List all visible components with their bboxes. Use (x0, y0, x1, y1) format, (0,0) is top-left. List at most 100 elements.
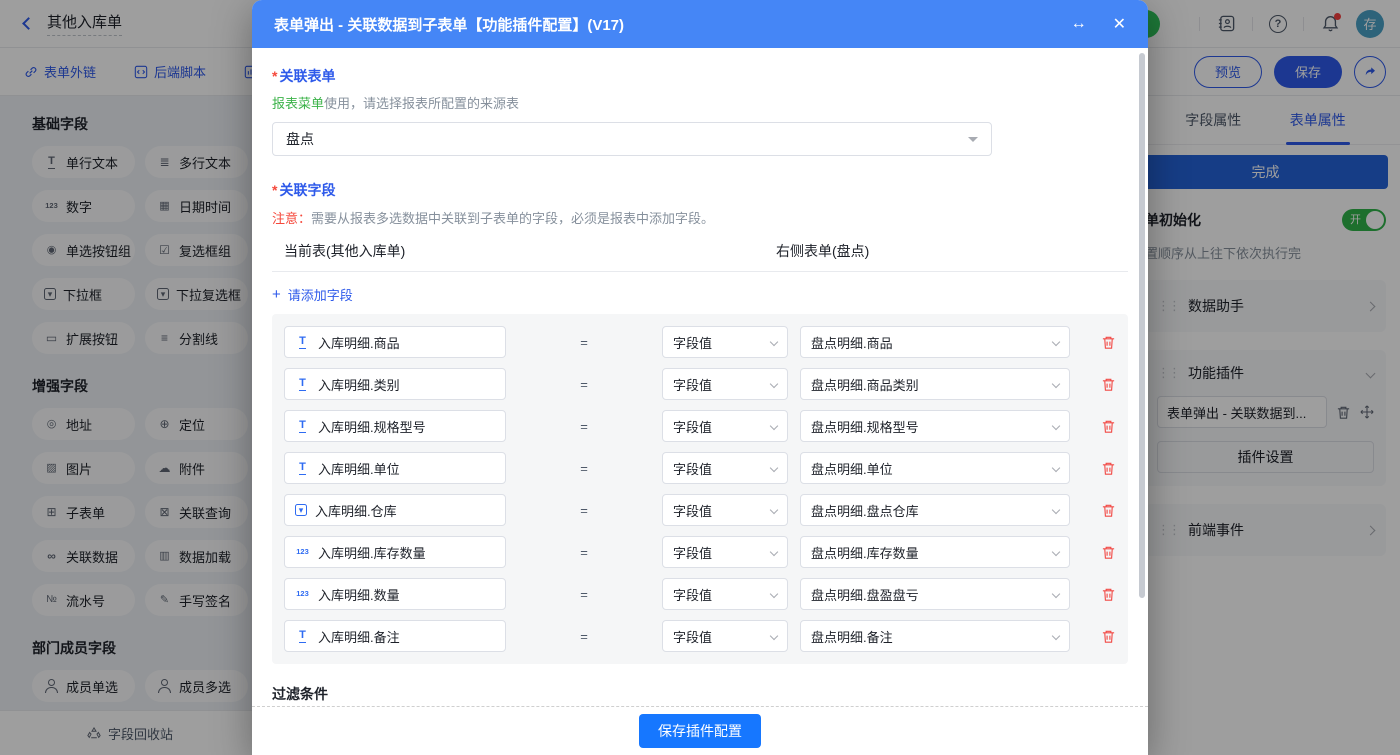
field-type-icon (295, 335, 310, 349)
delete-row-icon[interactable] (1101, 629, 1116, 644)
chevron-down-icon (1052, 590, 1060, 598)
chevron-down-icon (770, 632, 778, 640)
equals-operator: = (506, 419, 662, 434)
left-field-box[interactable]: 入库明细.仓库 (284, 494, 506, 526)
chevron-down-icon (770, 338, 778, 346)
modal-footer: 保存插件配置 (252, 706, 1148, 755)
chevron-down-icon (1052, 464, 1060, 472)
expand-icon[interactable]: ↔ (1071, 15, 1087, 33)
field-mapping-row: 入库明细.规格型号 = 字段值 盘点明细.规格型号 (284, 410, 1116, 442)
equals-operator: = (506, 629, 662, 644)
note-red-text: 注意： (272, 211, 311, 226)
right-field-select[interactable]: 盘点明细.商品 (800, 326, 1070, 358)
plus-icon (272, 287, 281, 302)
linked-form-label-text: 关联表单 (279, 68, 335, 84)
linked-form-select[interactable]: 盘点 (272, 122, 992, 156)
delete-row-icon[interactable] (1101, 335, 1116, 350)
value-mode-value: 字段值 (673, 459, 712, 478)
left-field-value: 入库明细.数量 (318, 585, 400, 604)
chevron-down-icon (1052, 380, 1060, 388)
field-mapping-row: 入库明细.单位 = 字段值 盘点明细.单位 (284, 452, 1116, 484)
equals-operator: = (506, 587, 662, 602)
field-mapping-list: 入库明细.商品 = 字段值 盘点明细.商品 入库明细.类别 = 字段值 盘点明细… (272, 314, 1128, 664)
value-mode-value: 字段值 (673, 501, 712, 520)
value-mode-select[interactable]: 字段值 (662, 494, 788, 526)
app-root: 其他入库单 ? 存 表单外链 后端 (0, 0, 1400, 755)
left-field-value: 入库明细.商品 (318, 333, 400, 352)
left-field-value: 入库明细.单位 (318, 459, 400, 478)
left-field-box[interactable]: 入库明细.数量 (284, 578, 506, 610)
equals-operator: = (506, 335, 662, 350)
left-field-value: 入库明细.规格型号 (318, 417, 426, 436)
left-field-box[interactable]: 入库明细.商品 (284, 326, 506, 358)
modal-header: 表单弹出 - 关联数据到子表单【功能插件配置】(V17) ↔ ✕ (252, 0, 1148, 48)
left-field-box[interactable]: 入库明细.库存数量 (284, 536, 506, 568)
equals-operator: = (506, 377, 662, 392)
left-field-box[interactable]: 入库明细.规格型号 (284, 410, 506, 442)
linked-fields-label: *关联字段 (272, 180, 1128, 200)
column-header-right: 右侧表单(盘点) (776, 241, 869, 261)
left-field-box[interactable]: 入库明细.备注 (284, 620, 506, 652)
value-mode-select[interactable]: 字段值 (662, 326, 788, 358)
right-field-value: 盘点明细.规格型号 (811, 417, 919, 436)
note-rest-text: 需要从报表多选数据中关联到子表单的字段，必须是报表中添加字段。 (311, 211, 714, 226)
value-mode-value: 字段值 (673, 375, 712, 394)
chevron-down-icon (770, 464, 778, 472)
field-mapping-row: 入库明细.仓库 = 字段值 盘点明细.盘点仓库 (284, 494, 1116, 526)
value-mode-select[interactable]: 字段值 (662, 410, 788, 442)
chevron-down-icon (1052, 506, 1060, 514)
modal-scrollbar-thumb[interactable] (1139, 53, 1145, 598)
left-field-box[interactable]: 入库明细.类别 (284, 368, 506, 400)
close-icon[interactable]: ✕ (1113, 14, 1126, 34)
add-field-label: 请添加字段 (288, 285, 353, 304)
linked-fields-note: 注意：需要从报表多选数据中关联到子表单的字段，必须是报表中添加字段。 (272, 208, 1128, 227)
value-mode-select[interactable]: 字段值 (662, 368, 788, 400)
left-field-value: 入库明细.类别 (318, 375, 400, 394)
right-field-select[interactable]: 盘点明细.库存数量 (800, 536, 1070, 568)
chevron-down-icon (770, 548, 778, 556)
hint-green-text: 报表菜单 (272, 96, 324, 111)
right-field-select[interactable]: 盘点明细.单位 (800, 452, 1070, 484)
plugin-config-modal: 表单弹出 - 关联数据到子表单【功能插件配置】(V17) ↔ ✕ *关联表单 报… (252, 0, 1148, 755)
save-plugin-config-button[interactable]: 保存插件配置 (639, 714, 761, 748)
right-field-select[interactable]: 盘点明细.商品类别 (800, 368, 1070, 400)
right-field-select[interactable]: 盘点明细.盘点仓库 (800, 494, 1070, 526)
right-field-value: 盘点明细.备注 (811, 627, 893, 646)
value-mode-select[interactable]: 字段值 (662, 536, 788, 568)
delete-row-icon[interactable] (1101, 461, 1116, 476)
right-field-value: 盘点明细.盘盈盘亏 (811, 585, 919, 604)
field-mapping-row: 入库明细.库存数量 = 字段值 盘点明细.库存数量 (284, 536, 1116, 568)
delete-row-icon[interactable] (1101, 545, 1116, 560)
chevron-down-icon (770, 590, 778, 598)
right-field-value: 盘点明细.库存数量 (811, 543, 919, 562)
column-header-left: 当前表(其他入库单) (284, 243, 405, 259)
required-mark: * (272, 182, 277, 198)
delete-row-icon[interactable] (1101, 377, 1116, 392)
value-mode-select[interactable]: 字段值 (662, 620, 788, 652)
add-field-link[interactable]: 请添加字段 (272, 285, 1128, 304)
value-mode-value: 字段值 (673, 543, 712, 562)
right-field-select[interactable]: 盘点明细.规格型号 (800, 410, 1070, 442)
chevron-down-icon (1052, 338, 1060, 346)
field-mapping-row: 入库明细.商品 = 字段值 盘点明细.商品 (284, 326, 1116, 358)
right-field-select[interactable]: 盘点明细.备注 (800, 620, 1070, 652)
right-field-value: 盘点明细.商品类别 (811, 375, 919, 394)
linked-form-label: *关联表单 (272, 66, 1128, 86)
left-field-box[interactable]: 入库明细.单位 (284, 452, 506, 484)
delete-row-icon[interactable] (1101, 419, 1116, 434)
caret-down-icon (968, 137, 978, 147)
modal-body: *关联表单 报表菜单使用，请选择报表所配置的来源表 盘点 *关联字段 注意：需要… (252, 48, 1148, 706)
value-mode-select[interactable]: 字段值 (662, 452, 788, 484)
chevron-down-icon (770, 380, 778, 388)
value-mode-select[interactable]: 字段值 (662, 578, 788, 610)
field-type-icon (295, 629, 310, 643)
field-mapping-row: 入库明细.备注 = 字段值 盘点明细.备注 (284, 620, 1116, 652)
value-mode-value: 字段值 (673, 585, 712, 604)
right-field-value: 盘点明细.单位 (811, 459, 893, 478)
field-mapping-row: 入库明细.类别 = 字段值 盘点明细.商品类别 (284, 368, 1116, 400)
linked-fields-label-text: 关联字段 (279, 182, 335, 198)
delete-row-icon[interactable] (1101, 503, 1116, 518)
field-type-icon (295, 587, 310, 601)
right-field-select[interactable]: 盘点明细.盘盈盘亏 (800, 578, 1070, 610)
delete-row-icon[interactable] (1101, 587, 1116, 602)
